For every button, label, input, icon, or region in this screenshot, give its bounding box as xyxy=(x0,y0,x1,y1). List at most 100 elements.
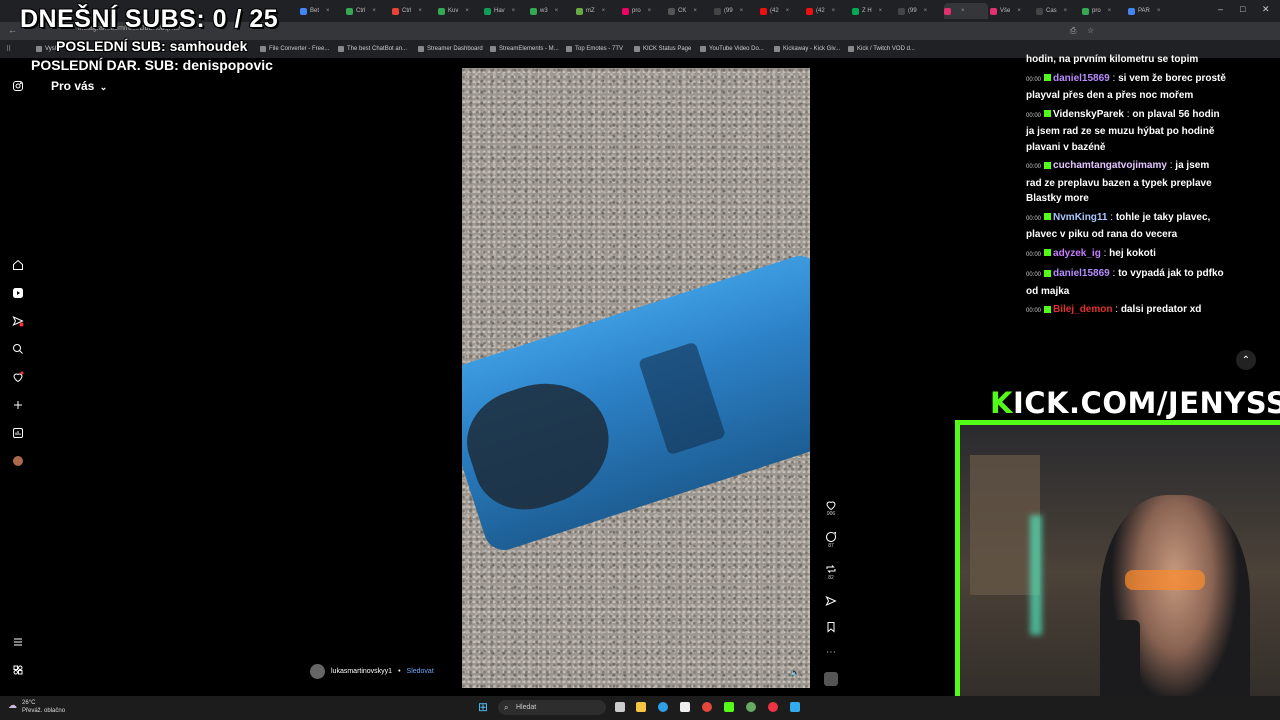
tab-close-icon[interactable]: × xyxy=(326,8,330,14)
browser-tab[interactable]: CK × xyxy=(668,3,712,19)
browser-tab[interactable]: Hav × xyxy=(484,3,528,19)
share-button[interactable] xyxy=(822,595,840,607)
chat-username[interactable]: Bilej_demon xyxy=(1053,304,1112,315)
browser-tab[interactable]: w3 × xyxy=(530,3,574,19)
browser-tab[interactable]: Vše × xyxy=(990,3,1034,19)
profile-icon[interactable] xyxy=(11,454,25,468)
windows-start-icon[interactable]: ⊞ xyxy=(478,700,488,714)
close-icon[interactable]: ✕ xyxy=(1262,4,1270,15)
chat-message: 00:00 adyzek_ig : hej kokoti xyxy=(1026,246,1226,264)
bookmark-item[interactable]: StreamElements - M... xyxy=(490,46,559,52)
follow-button[interactable]: Sledovat xyxy=(407,668,434,675)
weather-widget[interactable]: 26°C Převáž. oblačno xyxy=(22,699,65,715)
obs-icon[interactable] xyxy=(768,702,778,712)
bookmark-item[interactable]: File Converter - Free... xyxy=(260,46,329,52)
browser-tab[interactable]: Cas × xyxy=(1036,3,1080,19)
tab-close-icon[interactable]: × xyxy=(465,8,469,14)
browser-tab[interactable]: Bet × xyxy=(300,3,344,19)
bookmark-item[interactable]: YouTube Video Do... xyxy=(700,46,764,52)
browser-tab[interactable]: Ctrl × xyxy=(392,3,436,19)
feed-selector[interactable]: Pro vás ⌄ xyxy=(51,79,107,93)
tab-close-icon[interactable]: × xyxy=(555,8,559,14)
maximize-icon[interactable]: □ xyxy=(1240,4,1245,14)
tab-close-icon[interactable]: × xyxy=(602,8,606,14)
audio-thumbnail[interactable] xyxy=(822,672,840,686)
task-view-icon[interactable] xyxy=(615,702,625,712)
bookmark-star-icon[interactable]: ☆ xyxy=(1087,26,1094,35)
tab-close-icon[interactable]: × xyxy=(1157,8,1161,14)
browser-tab[interactable]: pro × xyxy=(622,3,666,19)
bookmark-favicon-icon xyxy=(700,46,706,52)
messages-icon[interactable] xyxy=(11,314,25,328)
browser-tab[interactable]: Z H × xyxy=(852,3,896,19)
store-icon[interactable] xyxy=(680,702,690,712)
chat-username[interactable]: NvmKing11 xyxy=(1053,212,1107,223)
tab-close-icon[interactable]: × xyxy=(832,8,836,14)
browser-tab[interactable]: × xyxy=(944,3,988,19)
create-icon[interactable] xyxy=(11,398,25,412)
reel-video[interactable] xyxy=(462,68,810,688)
bookmark-item[interactable]: Top Emotes - 7TV xyxy=(566,46,623,52)
browser-tab[interactable]: (42 × xyxy=(806,3,850,19)
browser-tab[interactable]: Ctrl × xyxy=(346,3,390,19)
tab-close-icon[interactable]: × xyxy=(693,8,697,14)
browser-tab[interactable]: (99 × xyxy=(898,3,942,19)
search-icon[interactable] xyxy=(11,342,25,356)
like-button[interactable]: 906 xyxy=(822,499,840,517)
browser-tab[interactable]: Kuv × xyxy=(438,3,482,19)
tab-close-icon[interactable]: × xyxy=(740,8,744,14)
chat-username[interactable]: daniel15869 xyxy=(1053,268,1110,279)
back-icon[interactable]: ← xyxy=(8,25,17,35)
repost-button[interactable]: 82 xyxy=(822,563,840,581)
dashboard-icon[interactable] xyxy=(11,426,25,440)
tab-close-icon[interactable]: × xyxy=(372,8,376,14)
tab-close-icon[interactable]: × xyxy=(1108,8,1112,14)
tab-close-icon[interactable]: × xyxy=(512,8,516,14)
browser-tab[interactable]: (99 × xyxy=(714,3,758,19)
menu-icon[interactable] xyxy=(11,635,25,649)
bookmark-item[interactable]: Streamer Dashboard xyxy=(418,46,483,52)
more-options-icon[interactable]: ⋯ xyxy=(822,647,840,658)
tab-close-icon[interactable]: × xyxy=(1017,8,1021,14)
apps-icon[interactable]: ⠿ xyxy=(6,45,11,53)
bookmark-item[interactable]: KICK Status Page xyxy=(634,46,691,52)
threads-icon[interactable] xyxy=(11,663,25,677)
author-avatar[interactable] xyxy=(310,664,325,679)
mute-icon[interactable]: 🔈 xyxy=(790,668,800,677)
comment-button[interactable]: 87 xyxy=(822,531,840,549)
bookmark-item[interactable]: The best ChatBot an... xyxy=(338,46,407,52)
tab-close-icon[interactable]: × xyxy=(961,8,965,14)
tab-close-icon[interactable]: × xyxy=(1064,8,1068,14)
reels-icon[interactable] xyxy=(11,286,25,300)
bookmark-item[interactable]: Kickaway - Kick Giv... xyxy=(774,46,840,52)
chat-username[interactable]: daniel15869 xyxy=(1053,73,1110,84)
file-explorer-icon[interactable] xyxy=(636,702,646,712)
app-icon[interactable] xyxy=(790,702,800,712)
taskbar-search[interactable]: ⌕ Hledat xyxy=(498,700,606,715)
chat-username[interactable]: adyzek_ig xyxy=(1053,248,1101,259)
home-icon[interactable] xyxy=(11,258,25,272)
tab-close-icon[interactable]: × xyxy=(648,8,652,14)
share-icon[interactable]: ⎙ xyxy=(1070,26,1076,36)
chat-username[interactable]: VidenskyParek xyxy=(1053,109,1124,120)
chrome-icon[interactable] xyxy=(702,702,712,712)
browser-tab[interactable]: (42 × xyxy=(760,3,804,19)
tab-close-icon[interactable]: × xyxy=(418,8,422,14)
scroll-up-button[interactable]: ⌃ xyxy=(1236,350,1256,370)
chrome-profile-icon[interactable] xyxy=(746,702,756,712)
instagram-icon[interactable] xyxy=(11,79,25,93)
minimize-icon[interactable]: – xyxy=(1218,4,1223,14)
browser-tab[interactable]: pro × xyxy=(1082,3,1126,19)
edge-icon[interactable] xyxy=(658,702,668,712)
save-button[interactable] xyxy=(822,621,840,633)
kick-app-icon[interactable] xyxy=(724,702,734,712)
chat-username[interactable]: cuchamtangatvojimamy xyxy=(1053,160,1167,171)
tab-close-icon[interactable]: × xyxy=(879,8,883,14)
bookmark-item[interactable]: Kick / Twitch VOD d... xyxy=(848,46,915,52)
author-name[interactable]: lukasmartinovskyy1 xyxy=(331,668,392,675)
browser-tab[interactable]: mZ × xyxy=(576,3,620,19)
notifications-icon[interactable] xyxy=(11,370,25,384)
browser-tab[interactable]: PAR × xyxy=(1128,3,1172,19)
tab-close-icon[interactable]: × xyxy=(924,8,928,14)
tab-close-icon[interactable]: × xyxy=(786,8,790,14)
